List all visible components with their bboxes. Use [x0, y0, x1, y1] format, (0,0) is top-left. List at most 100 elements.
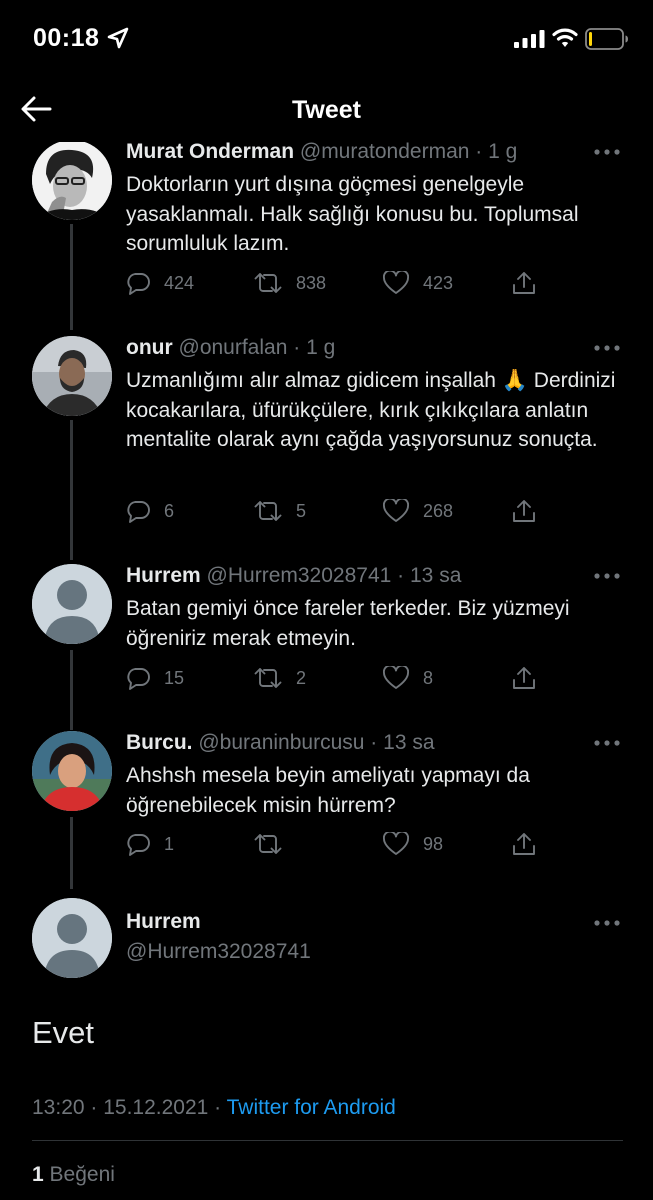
reply-text: Ahshsh mesela beyin ameliyatı yapmayı da… — [126, 764, 530, 817]
author-name[interactable]: Murat Önderman — [126, 142, 294, 163]
reply-count: 6 — [164, 500, 175, 521]
author-name[interactable]: Hurrem — [126, 910, 201, 934]
separator-dot: · — [293, 336, 301, 359]
avatar[interactable] — [32, 336, 112, 416]
separator-dot: · — [370, 731, 378, 754]
action-bar: 424 838 423 — [126, 268, 546, 298]
more-icon[interactable] — [594, 572, 620, 580]
like-button[interactable]: 8 — [383, 663, 433, 693]
retweet-button[interactable]: 5 — [254, 496, 306, 526]
reply-header: Hurrem @Hurrem32028741 · 13 sa — [126, 564, 461, 588]
thread-line — [70, 224, 73, 330]
like-button[interactable]: 98 — [383, 829, 443, 859]
reply-button[interactable]: 6 — [126, 496, 174, 526]
separator-dot: · — [397, 564, 405, 587]
page-title: Tweet — [292, 96, 361, 124]
retweet-button[interactable] — [254, 829, 296, 859]
share-icon — [513, 500, 535, 522]
retweet-icon — [254, 668, 282, 688]
author-handle[interactable]: @muratonderman — [300, 142, 470, 163]
battery-icon — [585, 28, 628, 50]
like-count: 268 — [423, 500, 454, 521]
thread-line — [70, 420, 73, 560]
more-icon[interactable] — [594, 919, 620, 927]
author-name[interactable]: Hurrem — [126, 564, 201, 587]
retweet-icon — [254, 834, 282, 854]
status-time: 00:18 — [33, 24, 100, 52]
like-icon — [383, 271, 409, 294]
avatar[interactable] — [32, 142, 112, 220]
reply-button[interactable]: 1 — [126, 829, 174, 859]
signal-icon — [514, 30, 545, 48]
thread-line — [70, 650, 73, 730]
likes-row[interactable]: 1 Beğeni — [32, 1163, 115, 1187]
share-icon — [513, 833, 535, 855]
divider — [32, 1140, 623, 1141]
reply-icon — [127, 501, 150, 523]
share-button[interactable] — [511, 268, 537, 298]
reply-text: Uzmanlığımı alır almaz gidicem inşallah … — [126, 369, 616, 451]
author-handle[interactable]: @Hurrem32028741 — [207, 564, 392, 587]
reply-header: Murat Önderman @muratonderman · 1 g — [126, 142, 517, 164]
reply-text: Doktorların yurt dışına göçmesi genelgey… — [126, 173, 579, 255]
like-count: 423 — [423, 272, 454, 293]
location-arrow-icon — [107, 27, 129, 49]
retweet-button[interactable]: 838 — [254, 268, 326, 298]
action-bar: 15 2 8 — [126, 663, 546, 693]
author-name[interactable]: Burcu. — [126, 731, 193, 754]
share-icon — [513, 272, 535, 294]
separator-dot: · — [475, 142, 483, 163]
reply-count: 424 — [164, 272, 195, 293]
retweet-count: 2 — [296, 667, 307, 688]
share-icon — [513, 667, 535, 689]
wifi-icon — [552, 28, 578, 47]
like-button[interactable]: 268 — [383, 496, 453, 526]
status-bar: 00:18 — [0, 0, 653, 80]
more-icon[interactable] — [594, 739, 620, 747]
retweet-icon — [254, 273, 282, 293]
tweet-text: Evet — [32, 1015, 95, 1050]
more-icon[interactable] — [594, 344, 620, 352]
like-count: 98 — [423, 833, 444, 854]
nav-bar: Tweet — [0, 80, 653, 142]
reply-time: 1 g — [488, 142, 518, 163]
author-handle[interactable]: @Hurrem32028741 — [126, 940, 311, 964]
share-button[interactable] — [511, 663, 537, 693]
more-icon[interactable] — [594, 148, 620, 156]
avatar[interactable] — [32, 898, 112, 978]
author-handle[interactable]: @buraninburcusu — [198, 731, 364, 754]
reply-count: 1 — [164, 833, 175, 854]
tweet-source-link[interactable]: Twitter for Android — [227, 1096, 396, 1119]
like-count: 8 — [423, 667, 434, 688]
reply-time: 13 sa — [410, 564, 462, 587]
reply-header: onur @onurfalan · 1 g — [126, 336, 335, 360]
reply-button[interactable]: 15 — [126, 663, 184, 693]
tweet-timestamp: 13:20 · 15.12.2021 · — [32, 1096, 227, 1119]
retweet-button[interactable]: 2 — [254, 663, 306, 693]
like-icon — [383, 832, 409, 855]
avatar[interactable] — [32, 564, 112, 644]
retweet-count: 838 — [296, 272, 327, 293]
like-button[interactable]: 423 — [383, 268, 453, 298]
tweet-meta: 13:20 · 15.12.2021 · Twitter for Android — [32, 1096, 396, 1120]
share-button[interactable] — [511, 829, 537, 859]
reply-count: 15 — [164, 667, 185, 688]
reply-time: 1 g — [306, 336, 336, 359]
retweet-icon — [254, 501, 282, 521]
reply-icon — [127, 668, 150, 690]
reply-header: Burcu. @buraninburcusu · 13 sa — [126, 731, 435, 755]
like-icon — [383, 499, 409, 522]
action-bar: 6 5 268 — [126, 496, 546, 526]
share-button[interactable] — [511, 496, 537, 526]
tweet-thread: Murat Önderman @muratonderman · 1 g Dokt… — [0, 142, 653, 1200]
avatar[interactable] — [32, 731, 112, 811]
likes-count: 1 — [32, 1163, 44, 1186]
author-name[interactable]: onur — [126, 336, 173, 359]
author-handle[interactable]: @onurfalan — [179, 336, 288, 359]
likes-label: Beğeni — [43, 1163, 115, 1186]
reply-time: 13 sa — [383, 731, 435, 754]
reply-text: Batan gemiyi önce fareler terkeder. Biz … — [126, 597, 570, 650]
reply-button[interactable]: 424 — [126, 268, 194, 298]
action-bar: 1 98 — [126, 829, 546, 859]
reply-icon — [127, 834, 150, 856]
